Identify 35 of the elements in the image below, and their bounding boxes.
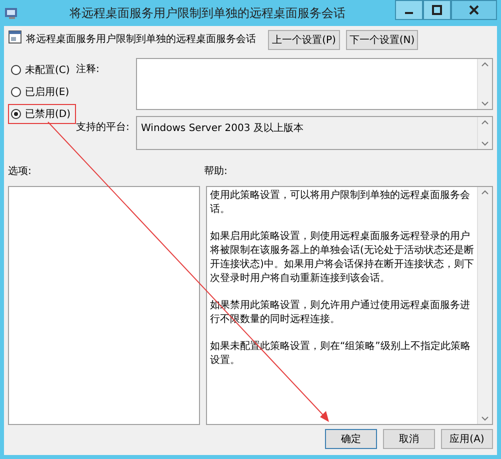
dialog-button[interactable]: 取消: [383, 429, 435, 449]
platform-value: Windows Server 2003 及以上版本: [140, 122, 304, 136]
radio-option[interactable]: 已启用(E): [8, 82, 76, 102]
nav-button[interactable]: 下一个设置(N): [346, 30, 418, 50]
radio-option[interactable]: 未配置(C): [8, 60, 76, 80]
radio-icon[interactable]: [11, 87, 21, 97]
radio-icon[interactable]: [11, 109, 21, 119]
radio-label[interactable]: 已禁用(D): [25, 107, 71, 121]
app-icon: [4, 6, 20, 20]
comment-label: 注释:: [76, 62, 100, 77]
scrollbar[interactable]: [477, 59, 492, 109]
dialog-button[interactable]: 确定: [325, 429, 377, 449]
help-paragraph: 使用此策略设置，可以将用户限制到单独的远程桌面服务会话。: [210, 189, 471, 217]
help-label: 帮助:: [204, 164, 228, 179]
help-paragraph: 如果未配置此策略设置，则在“组策略”级别上不指定此策略设置。: [210, 340, 472, 368]
minimize-button[interactable]: [395, 0, 423, 20]
help-paragraph: 如果启用此策略设置，则使用远程桌面服务远程登录的用户将被限制在该服务器上的单独会话(无论处于活动状态还是断开连接状态)中。如果用户将会话保持在断开连接状态，则下次登录时用户将自动重新连接到该会话。: [210, 230, 474, 286]
policy-icon: [8, 30, 22, 44]
close-icon: [469, 5, 479, 15]
options-label: 选项:: [8, 164, 32, 179]
radio-option[interactable]: 已禁用(D): [8, 104, 76, 124]
maximize-icon: [432, 5, 442, 15]
dialog-button[interactable]: 应用(A): [441, 429, 493, 449]
scrollbar[interactable]: [477, 187, 492, 424]
maximize-button[interactable]: [423, 0, 451, 20]
minimize-icon: [405, 12, 413, 14]
radio-label[interactable]: 已启用(E): [25, 85, 70, 99]
platform-label: 支持的平台:: [76, 120, 130, 135]
comment-field[interactable]: [136, 58, 493, 110]
radio-icon[interactable]: [11, 65, 21, 75]
close-button[interactable]: [451, 0, 497, 20]
radio-label[interactable]: 未配置(C): [25, 63, 70, 77]
nav-button[interactable]: 上一个设置(P): [268, 30, 340, 50]
setting-title: 将远程桌面服务用户限制到单独的远程桌面服务会话: [26, 32, 256, 46]
window-title: 将远程桌面服务用户限制到单独的远程桌面服务会话: [68, 4, 346, 22]
